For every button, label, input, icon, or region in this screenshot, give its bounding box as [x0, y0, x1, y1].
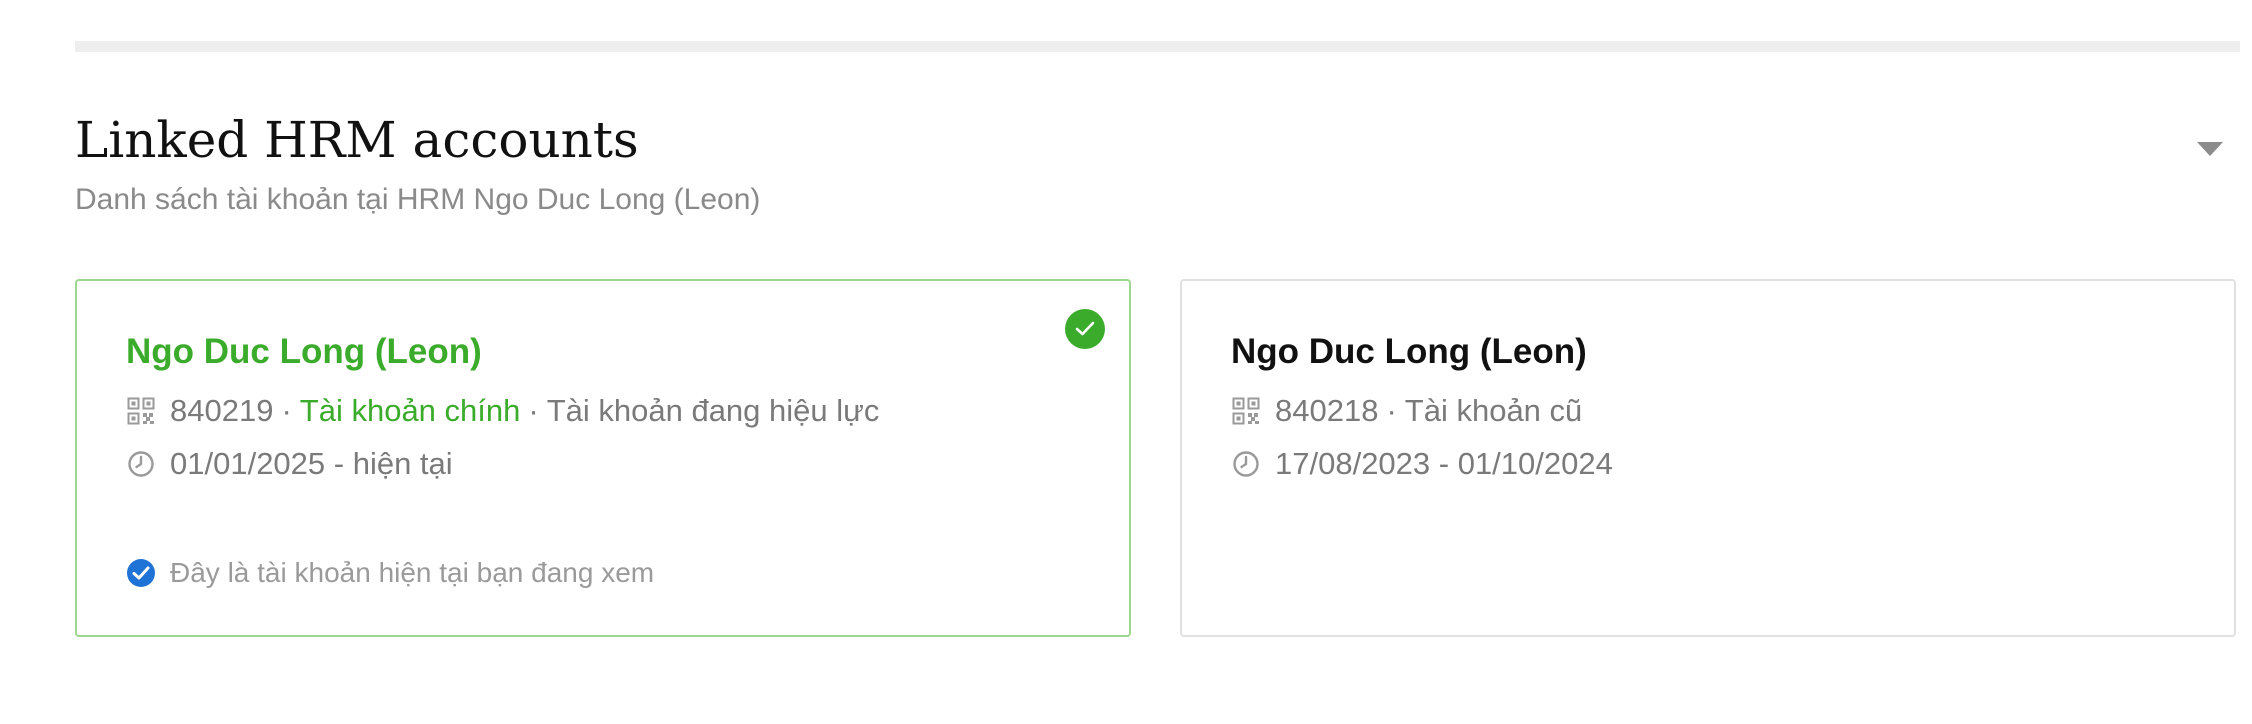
clock-icon	[1231, 449, 1261, 479]
account-name: Ngo Duc Long (Leon)	[1231, 332, 1587, 371]
account-card-list: Ngo Duc Long (Leon) 840219 · Tài khoản c…	[75, 279, 2240, 639]
account-meta-row: 840218 · Tài khoản cũ	[1231, 391, 1582, 431]
separator-dot: ·	[281, 393, 292, 428]
current-account-note-text: Đây là tài khoản hiện tại bạn đang xem	[170, 557, 655, 588]
current-account-note: Đây là tài khoản hiện tại bạn đang xem	[126, 553, 654, 593]
clock-icon	[126, 449, 156, 479]
account-period-row: 01/01/2025 - hiện tại	[126, 444, 453, 484]
account-status-label: Tài khoản đang hiệu lực	[546, 393, 880, 428]
account-meta-row: 840219 · Tài khoản chính · Tài khoản đan…	[126, 391, 879, 431]
collapse-toggle-button[interactable]	[2190, 134, 2230, 164]
section-subtitle: Danh sách tài khoản tại HRM Ngo Duc Long…	[75, 183, 761, 216]
separator-dot: ·	[528, 393, 539, 428]
linked-accounts-page: Linked HRM accounts Danh sách tài khoản …	[0, 0, 2252, 724]
account-card-840219[interactable]: Ngo Duc Long (Leon) 840219 · Tài khoản c…	[75, 279, 1131, 637]
selected-check-badge	[1065, 309, 1105, 349]
separator-dot: ·	[1386, 393, 1397, 428]
section-title: Linked HRM accounts	[75, 111, 639, 169]
caret-down-icon	[2197, 142, 2223, 156]
qr-code-icon	[1231, 396, 1261, 426]
account-card-840218[interactable]: Ngo Duc Long (Leon) 840218 · Tài khoản c…	[1180, 279, 2236, 637]
account-period: 17/08/2023 - 01/10/2024	[1275, 446, 1613, 481]
check-icon	[1075, 321, 1095, 336]
qr-code-icon	[126, 396, 156, 426]
check-circle-icon	[126, 558, 156, 588]
account-type-label: Tài khoản chính	[299, 393, 521, 428]
account-period-row: 17/08/2023 - 01/10/2024	[1231, 444, 1613, 484]
account-code: 840218	[1275, 393, 1379, 428]
account-type-label: Tài khoản cũ	[1404, 393, 1583, 428]
account-name: Ngo Duc Long (Leon)	[126, 332, 482, 371]
account-code: 840219	[170, 393, 274, 428]
top-divider	[75, 41, 2240, 52]
account-period: 01/01/2025 - hiện tại	[170, 446, 453, 481]
